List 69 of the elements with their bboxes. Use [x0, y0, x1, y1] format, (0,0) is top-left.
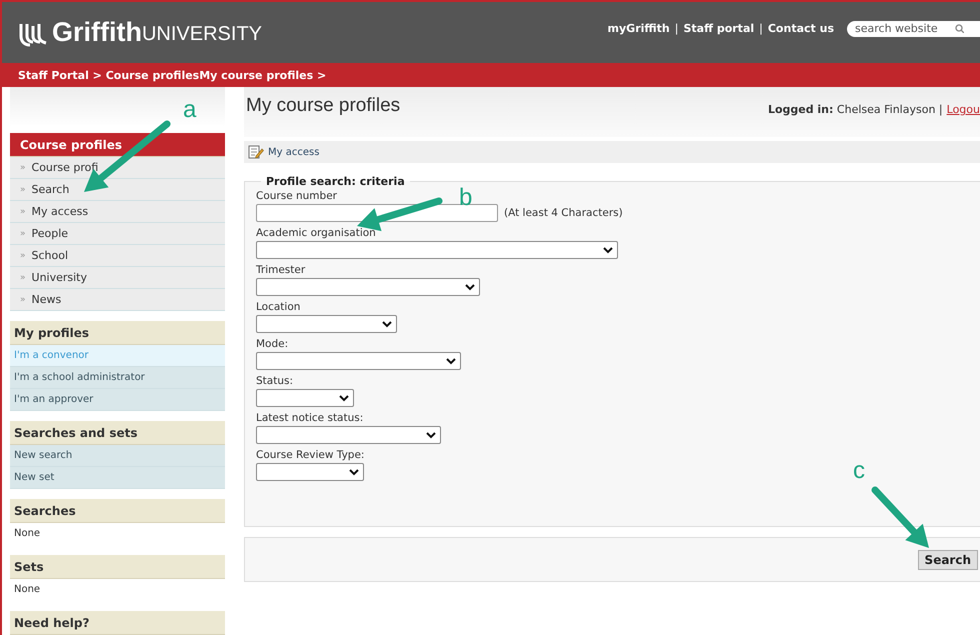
- link-separator: |: [674, 22, 678, 35]
- edit-document-icon: [248, 145, 264, 159]
- dropdown[interactable]: [256, 278, 480, 296]
- sidebar-heading: Course profiles: [10, 133, 225, 157]
- annotation-letter: a: [183, 98, 196, 122]
- sidebar-item[interactable]: » School: [10, 245, 225, 267]
- field-label: Trimester: [256, 264, 306, 276]
- logo-icon: [18, 22, 48, 48]
- sidebar-item[interactable]: I'm an approver: [10, 389, 225, 411]
- chevron-down-icon: [349, 468, 359, 476]
- sidebar-item[interactable]: » Course profi: [10, 157, 225, 179]
- logout-link[interactable]: Logou: [946, 103, 980, 116]
- chevron-icon: »: [20, 184, 26, 194]
- chevron-down-icon: [465, 284, 475, 290]
- chevron-icon: »: [20, 272, 26, 282]
- chevron-down-icon: [382, 320, 392, 328]
- header-link[interactable]: Staff portal: [683, 22, 754, 35]
- sidebar-item[interactable]: New set: [10, 467, 225, 489]
- field-label: Course number: [256, 190, 337, 202]
- chevron-down-icon: [339, 394, 349, 402]
- chevron-down-icon: [603, 246, 613, 254]
- sidebar-heading: My profiles: [10, 321, 225, 345]
- dropdown[interactable]: [256, 426, 441, 444]
- dropdown[interactable]: [256, 389, 354, 407]
- sidebar-heading: Sets: [10, 555, 225, 579]
- my-access-link[interactable]: My access: [268, 146, 320, 158]
- sidebar-heading: Searches and sets: [10, 421, 225, 445]
- chevron-icon: »: [20, 228, 26, 238]
- header-link[interactable]: myGriffith: [608, 22, 670, 35]
- logged-in-text: Logged in: Chelsea Finlayson |: [768, 103, 943, 116]
- chevron-icon: »: [20, 294, 26, 304]
- field-label: Status:: [256, 375, 293, 387]
- field-label: Academic organisation: [256, 227, 376, 239]
- field-label: Location: [256, 301, 300, 313]
- sidebar-heading: Need help?: [10, 611, 225, 635]
- sidebar-item[interactable]: » My access: [10, 201, 225, 223]
- sidebar-item[interactable]: » News: [10, 289, 225, 311]
- sidebar-item[interactable]: » People: [10, 223, 225, 245]
- sidebar-item[interactable]: I'm a school administrator: [10, 367, 225, 389]
- field-label: Course Review Type:: [256, 449, 364, 461]
- sidebar-heading: Searches: [10, 499, 225, 523]
- field-label: Latest notice status:: [256, 412, 364, 424]
- logo-subtitle: UNIVERSITY: [142, 23, 262, 46]
- sidebar-item[interactable]: New search: [10, 445, 225, 467]
- dropdown[interactable]: [256, 352, 461, 370]
- annotation-letter: b: [459, 186, 472, 210]
- search-icon: [955, 24, 964, 33]
- dropdown[interactable]: [256, 315, 397, 333]
- panel-legend: Profile search: criteria: [261, 175, 410, 188]
- dropdown[interactable]: [256, 463, 364, 481]
- dropdown[interactable]: [256, 241, 618, 259]
- header-link[interactable]: Contact us: [768, 22, 834, 35]
- chevron-icon: »: [20, 162, 26, 172]
- search-button[interactable]: Search: [918, 550, 978, 570]
- chevron-icon: »: [20, 250, 26, 260]
- breadcrumb: Staff Portal > Course profilesMy course profiles >: [2, 63, 980, 87]
- chevron-down-icon: [426, 432, 436, 438]
- sidebar-item[interactable]: » Search: [10, 179, 225, 201]
- link-separator: |: [759, 22, 763, 35]
- field-hint: (At least 4 Characters): [504, 207, 623, 219]
- annotation-arrow: [872, 486, 929, 548]
- search-field[interactable]: search website: [847, 20, 980, 36]
- annotation-letter: c: [853, 459, 865, 483]
- chevron-icon: »: [20, 206, 26, 216]
- logo-wordmark: Griffith: [52, 17, 142, 48]
- sidebar-item[interactable]: » University: [10, 267, 225, 289]
- chevron-down-icon: [446, 358, 456, 364]
- field-label: Mode:: [256, 338, 288, 350]
- page-title: My course profiles: [246, 95, 400, 117]
